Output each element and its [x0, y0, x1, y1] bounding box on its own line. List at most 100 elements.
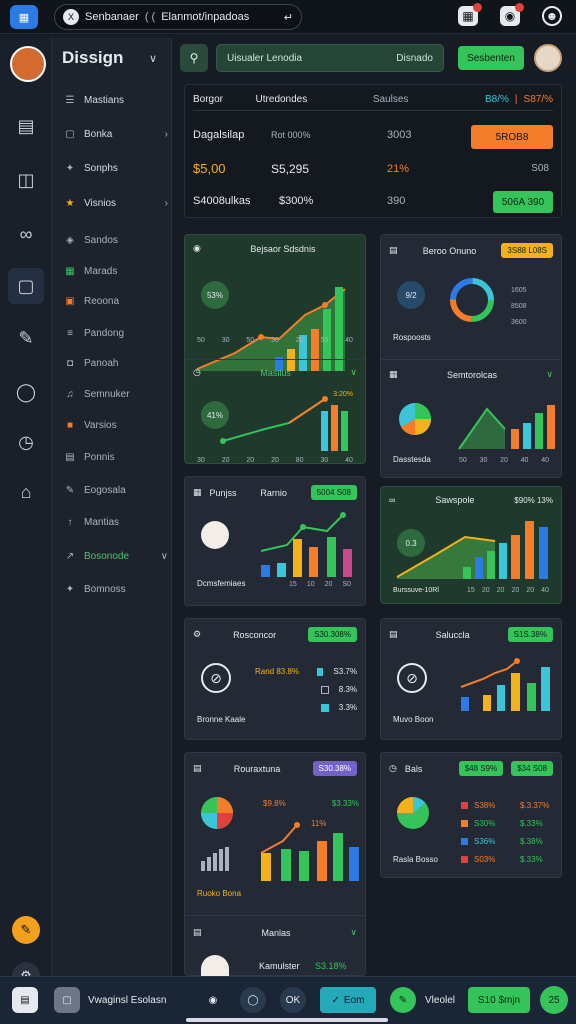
row-extra: S08: [531, 163, 549, 174]
list-item: S38% $.3.37%: [461, 797, 553, 815]
sidebar-item-bomnoss[interactable]: ✦ Bomnoss: [64, 583, 168, 595]
document-icon[interactable]: ▤: [8, 108, 44, 144]
layout-icon[interactable]: ◫: [8, 162, 44, 198]
search-button[interactable]: ⚲: [180, 44, 208, 72]
sidebar-item-label: Panoah: [84, 357, 119, 369]
sidebar-item-bosonode[interactable]: ↗ Bosonode ∨: [64, 550, 168, 562]
edit-badge-icon[interactable]: ✎: [12, 916, 40, 944]
sidebar-item-label: Bonka: [84, 128, 113, 140]
legend-swatch: [461, 820, 468, 827]
x-axis-labels: 50 30 20 40 40: [459, 457, 549, 464]
sidebar-item-visnios[interactable]: ★ Visnios ›: [64, 197, 168, 209]
sidebar-item-reoona[interactable]: ▣ Reoona: [64, 295, 168, 307]
chevron-right-icon[interactable]: ›: [165, 129, 168, 140]
sidebar-item-sonphs[interactable]: ✦ Sonphs: [64, 162, 168, 174]
list-item: Rand 83.8% S3.7%: [255, 663, 357, 681]
submit-button[interactable]: Sesbenten: [458, 46, 524, 70]
green-action-button[interactable]: 506A 390: [493, 191, 553, 213]
legend-swatch: [316, 668, 324, 676]
analytics-card[interactable]: ◷ Bals $48 S9% $34 S08 Rasla Bosso S38% $…: [380, 752, 562, 878]
sidebar-item-sandos[interactable]: ◈ Sandos: [64, 234, 168, 246]
chat-icon[interactable]: ◯: [240, 987, 266, 1013]
search-input[interactable]: Uisualer Lenodia Disnado: [216, 44, 444, 72]
chevron-down-icon[interactable]: ∨: [149, 52, 157, 65]
url-prefix: ( (: [144, 11, 156, 23]
summary-divider: |: [514, 94, 518, 105]
app-name: Senbanaer: [85, 11, 139, 23]
sidebar-item-varsios[interactable]: ■ Varsios: [64, 419, 168, 431]
grid-icon: ▦: [389, 369, 398, 379]
card-caption: Rasla Bosso: [393, 855, 438, 864]
bottom-action-button[interactable]: S10 $mjn: [468, 987, 530, 1013]
sidebar-item-bonka[interactable]: ▢ Bonka ›: [64, 128, 168, 140]
sidebar-item-label: Sandos: [84, 234, 118, 246]
sidebar-item-label: Reoona: [84, 295, 120, 307]
status-badge: $34 S08: [511, 761, 553, 776]
analytics-card[interactable]: ▤ Rouraxtuna S30.38% $9.8% $3.33% 11% Ru…: [184, 752, 366, 977]
bell-icon[interactable]: ◉: [500, 3, 524, 26]
sidebar-item-eogosala[interactable]: ✎ Eogosala: [64, 484, 168, 496]
bookmark-icon[interactable]: ▤: [12, 987, 38, 1013]
doc-icon: ▤: [65, 451, 75, 463]
orange-action-button[interactable]: 5ROB8: [471, 125, 553, 149]
sidebar-item-semnuker[interactable]: ♫ Semnuker: [64, 388, 168, 400]
count-badge[interactable]: 25: [540, 986, 568, 1014]
chevron-down-icon[interactable]: ∨: [161, 551, 168, 562]
sidebar-item-marads[interactable]: ▦ Marads: [64, 265, 168, 277]
chat-icon[interactable]: ◯: [8, 374, 44, 410]
sidebar-item-mantias[interactable]: ↑ Mantias: [64, 516, 168, 528]
user-icon[interactable]: ☻: [542, 6, 562, 26]
legend-row: $9.8% $3.33%: [263, 799, 359, 808]
table-row: Dagalsilap Rot 000% 3003 5ROB8: [193, 125, 553, 149]
window-icon[interactable]: ▢: [54, 987, 80, 1013]
star-icon: ★: [65, 197, 75, 209]
analytics-card[interactable]: ⚙ Rosconcor S30.308% ⊘ Rand 83.8% S3.7% 8…: [184, 618, 366, 740]
analytics-card[interactable]: ▦ Punjss Rarnio 5004 S08 Dcmsfemiaes 15 1…: [184, 476, 366, 606]
confirm-button[interactable]: ✓ Eom: [320, 987, 376, 1013]
share-icon[interactable]: ∞: [8, 216, 44, 252]
tick: 40: [520, 457, 529, 464]
pen-icon[interactable]: ✎: [8, 320, 44, 356]
camera-icon[interactable]: ◉: [200, 987, 226, 1013]
summary-col-1: Borgor: [193, 94, 224, 105]
chevron-down-icon[interactable]: ∨: [350, 367, 357, 378]
tablet-icon[interactable]: ▢: [8, 268, 44, 304]
stat-label: S36%: [474, 837, 496, 846]
tick: 20: [246, 457, 255, 464]
donut-chart: [450, 278, 494, 322]
edit-icon[interactable]: ✎: [390, 987, 416, 1013]
tick: 15: [467, 587, 475, 594]
clock-icon[interactable]: ◷: [8, 424, 44, 460]
card-tag: $90% 13%: [514, 495, 553, 505]
sidebar-item-mastians[interactable]: ☰ Mastians: [64, 94, 168, 106]
sidebar-item-panoah[interactable]: ◘ Panoah: [64, 357, 168, 369]
app-icon[interactable]: ▦: [10, 5, 38, 29]
analytics-card[interactable]: ◉ Bejsaor Sdsdnis 53% 50 30 50 30 20 50 40 ◷ M…: [184, 234, 366, 464]
trend-icon: ↗: [65, 550, 75, 562]
home-icon[interactable]: ⌂: [8, 474, 44, 510]
tick: 40: [541, 457, 549, 464]
card-title: Sawspole: [435, 495, 475, 505]
chevron-down-icon[interactable]: ∨: [546, 369, 553, 380]
chevron-down-icon[interactable]: ∨: [350, 927, 357, 938]
tick: 50: [197, 337, 205, 344]
sidebar-item-label: Pandong: [84, 327, 125, 339]
bottom-label: Vwaginsl Esolasn: [88, 994, 167, 1006]
grid-icon[interactable]: ▦: [458, 3, 482, 26]
analytics-card[interactable]: ▤ Beroo Onuno 3S88 L08S 9/2 1605 8508 36…: [380, 234, 562, 478]
url-text: Elanmot/inpadoas: [161, 11, 250, 23]
brand-avatar[interactable]: [10, 46, 46, 82]
chevron-right-icon[interactable]: ›: [165, 198, 168, 209]
sidebar-item-ponnis[interactable]: ▤ Ponnis: [64, 451, 168, 463]
analytics-card[interactable]: ▤ Saluccla S1S.38% ⊘ Muvo Boon: [380, 618, 562, 740]
card-caption: Dasstesda: [393, 455, 431, 464]
ok-icon[interactable]: OK: [280, 987, 306, 1013]
bottom-label-2[interactable]: Vleolel: [420, 987, 460, 1013]
tick: 30: [221, 337, 230, 344]
address-bar[interactable]: X Senbanaer ( ( Elanmot/inpadoas ↵: [54, 4, 302, 30]
tick: 50: [320, 337, 329, 344]
sidebar-item-pandong[interactable]: ≡ Pandong: [64, 327, 168, 339]
avatar[interactable]: [534, 44, 562, 72]
summary-col-5: S87/%: [523, 94, 553, 105]
analytics-card[interactable]: ∞ Sawspole $90% 13% 0.3 Burssuve-10Rl 15…: [380, 486, 562, 604]
